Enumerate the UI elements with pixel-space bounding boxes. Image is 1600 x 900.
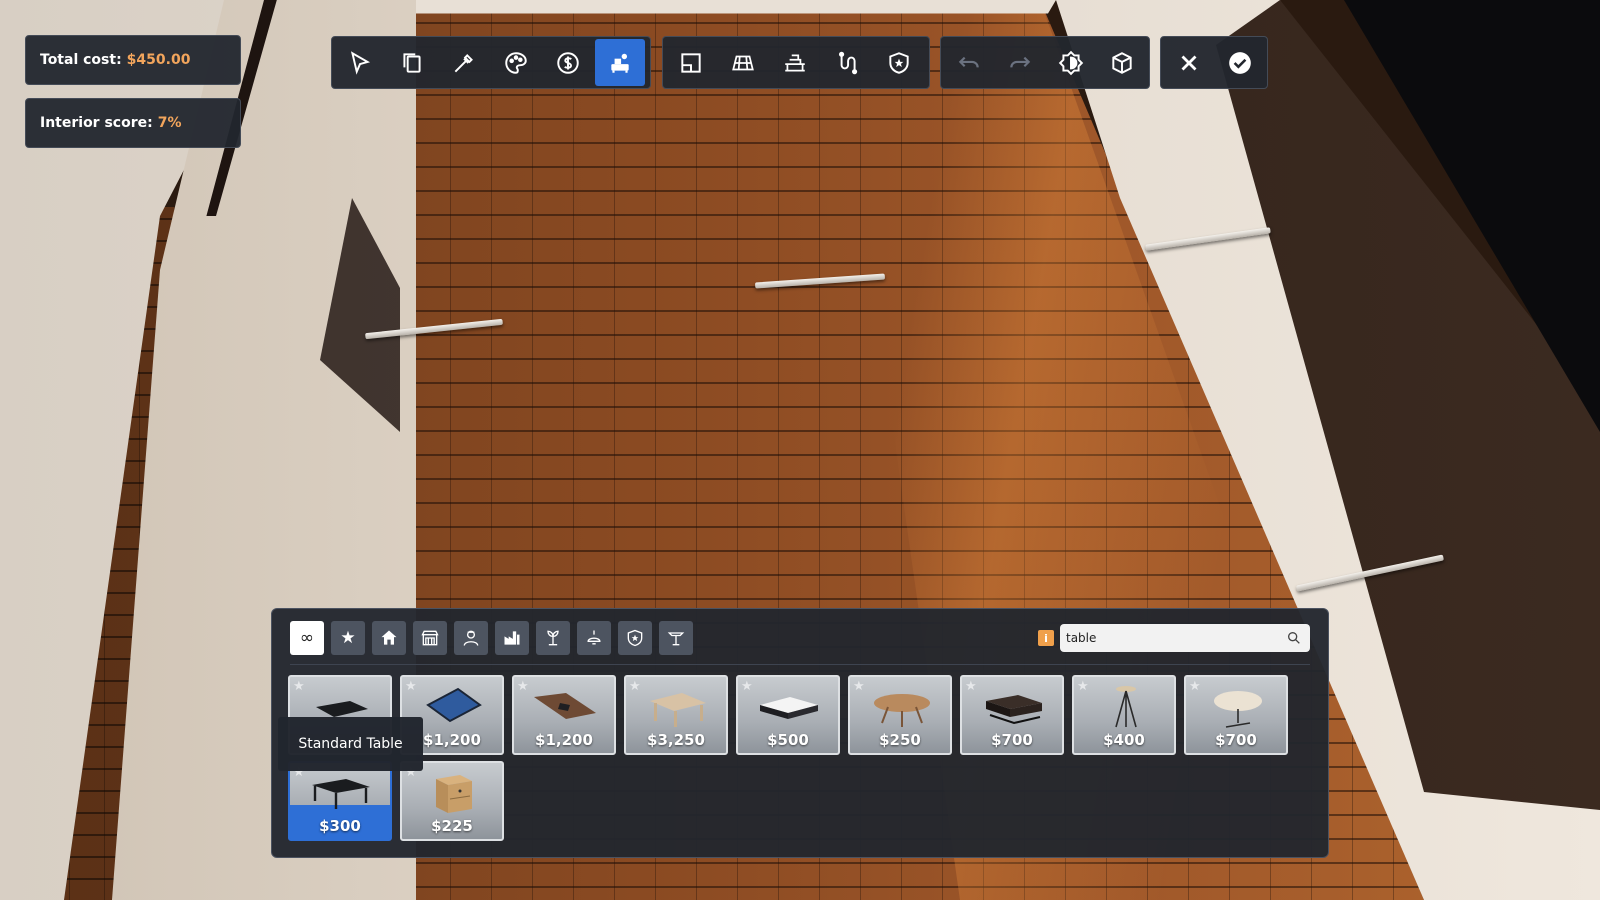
favorite-star-icon[interactable]: ★: [405, 679, 417, 694]
total-cost-panel: Total cost: $450.00: [25, 35, 241, 85]
item-price: $3,250: [647, 731, 705, 749]
build-catalog-panel: ∞ ★ i table ★ ★ $1,200 ★ $1,200 ★ $3,250…: [271, 608, 1329, 858]
path-icon[interactable]: [822, 39, 872, 86]
favorite-star-icon[interactable]: ★: [293, 679, 305, 694]
redo-icon[interactable]: [995, 39, 1044, 86]
catalog-item-nightstand[interactable]: ★ $225: [400, 761, 504, 841]
place-furniture-icon[interactable]: [595, 39, 645, 86]
interior-score-panel: Interior score: 7%: [25, 98, 241, 148]
catalog-item-white-coffee-table[interactable]: ★ $500: [736, 675, 840, 755]
interior-score-value: 7%: [157, 115, 182, 131]
nightstand-thumb: [436, 775, 472, 813]
item-price: $250: [879, 731, 921, 749]
security-shield-icon[interactable]: [618, 621, 652, 655]
oval-wood-table-thumb: [874, 694, 930, 727]
brightness-icon[interactable]: [1046, 39, 1095, 86]
star-icon[interactable]: ★: [331, 621, 365, 655]
favorite-star-icon[interactable]: ★: [517, 679, 529, 694]
white-coffee-table-thumb: [760, 697, 818, 719]
dollar-icon[interactable]: [543, 39, 593, 86]
item-price: $500: [767, 731, 809, 749]
toolbar-build-group: [662, 36, 930, 89]
catalog-item-conference-table[interactable]: ★ $1,200: [512, 675, 616, 755]
catalog-item-standard-table[interactable]: ★ $300: [288, 761, 392, 841]
eyedropper-icon[interactable]: [439, 39, 489, 86]
confirm-check-icon[interactable]: [1215, 39, 1264, 86]
store-icon[interactable]: [413, 621, 447, 655]
toolbar-edit-group: [331, 36, 651, 89]
catalog-divider: [290, 664, 1310, 665]
catalog-item-oval-wood-table[interactable]: ★ $250: [848, 675, 952, 755]
favorite-star-icon[interactable]: ★: [1077, 679, 1089, 694]
worker-icon[interactable]: [454, 621, 488, 655]
tripod-side-table-thumb: [1115, 686, 1137, 728]
blue-glass-table-thumb: [426, 687, 482, 723]
toolbar-view-group: [940, 36, 1150, 89]
dark-coffee-table-thumb: [986, 695, 1042, 725]
flooring-icon[interactable]: [718, 39, 768, 86]
interior-score-label: Interior score:: [40, 115, 153, 131]
item-price: $400: [1103, 731, 1145, 749]
standard-table-thumb: [312, 779, 370, 809]
favorite-star-icon[interactable]: ★: [629, 679, 641, 694]
item-price: $1,200: [535, 731, 593, 749]
item-price: $700: [1215, 731, 1257, 749]
catalog-item-dark-coffee-table[interactable]: ★ $700: [960, 675, 1064, 755]
favorite-star-icon[interactable]: ★: [853, 679, 865, 694]
catalog-item-wooden-dining-table[interactable]: ★ $3,250: [624, 675, 728, 755]
search-field-wrap: [1060, 624, 1310, 652]
conference-table-thumb: [534, 693, 596, 719]
wooden-dining-table-thumb: [650, 693, 706, 727]
favorite-star-icon[interactable]: ★: [965, 679, 977, 694]
plant-icon[interactable]: [536, 621, 570, 655]
table-lamp-icon[interactable]: [659, 621, 693, 655]
catalog-item-tripod-side-table[interactable]: ★ $400: [1072, 675, 1176, 755]
factory-icon[interactable]: [495, 621, 529, 655]
item-price: $300: [319, 817, 361, 835]
toolbar-confirm-group: [1160, 36, 1268, 89]
favorite-star-icon[interactable]: ★: [741, 679, 753, 694]
item-tooltip: Standard Table: [278, 717, 423, 771]
catalog-item-round-cafe-table[interactable]: ★ $700: [1184, 675, 1288, 755]
item-price: $225: [431, 817, 473, 835]
favorite-star-icon[interactable]: ★: [1189, 679, 1201, 694]
close-icon[interactable]: [1164, 39, 1213, 86]
total-cost-label: Total cost:: [40, 52, 122, 68]
round-cafe-table-thumb: [1214, 691, 1262, 728]
search-input[interactable]: [1060, 624, 1310, 652]
ceiling-lamp-icon[interactable]: [577, 621, 611, 655]
total-cost-value: $450.00: [126, 52, 191, 68]
shield-badge-icon[interactable]: [874, 39, 924, 86]
palette-icon[interactable]: [491, 39, 541, 86]
wall-shelf-icon[interactable]: [770, 39, 820, 86]
cube-view-icon[interactable]: [1097, 39, 1146, 86]
floor-plan-icon[interactable]: [666, 39, 716, 86]
copy-icon[interactable]: [387, 39, 437, 86]
undo-icon[interactable]: [944, 39, 993, 86]
select-arrow-icon[interactable]: [335, 39, 385, 86]
search-bar: i: [1038, 624, 1310, 652]
item-price: $700: [991, 731, 1033, 749]
infinity-icon[interactable]: ∞: [290, 621, 324, 655]
category-tabs: ∞ ★: [290, 621, 700, 655]
search-icon[interactable]: [1286, 630, 1302, 646]
info-icon[interactable]: i: [1038, 630, 1054, 646]
home-icon[interactable]: [372, 621, 406, 655]
